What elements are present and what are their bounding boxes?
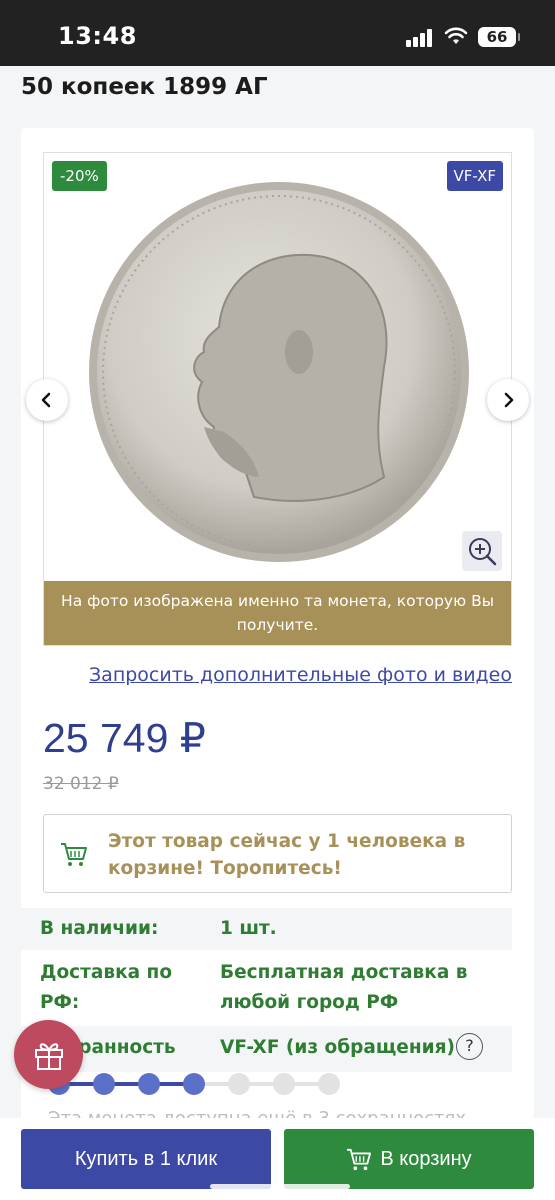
grade-scale-dot: [318, 1073, 340, 1095]
grade-scale-dot: [228, 1073, 250, 1095]
gallery-next-button[interactable]: [487, 379, 529, 421]
add-to-cart-label: В корзину: [380, 1147, 472, 1170]
price: 25 749 ₽: [43, 715, 206, 761]
buy-one-click-label: Купить в 1 клик: [74, 1147, 218, 1170]
grade-scale-dot: [273, 1073, 295, 1095]
product-gallery[interactable]: -20% VF-XF На фото изображена именно та …: [43, 152, 512, 646]
help-icon[interactable]: ?: [456, 1033, 483, 1060]
add-to-cart-button[interactable]: В корзину: [284, 1129, 534, 1189]
cart-icon: [347, 1148, 372, 1171]
status-time: 13:48: [58, 22, 137, 50]
page-title: 50 копеек 1899 АГ: [21, 74, 268, 100]
old-price: 32 012 ₽: [43, 774, 119, 794]
grade-scale-dot: [93, 1073, 115, 1095]
photo-caption: На фото изображена именно та монета, кот…: [44, 581, 511, 645]
gift-icon: [34, 1042, 63, 1070]
gallery-prev-button[interactable]: [26, 379, 68, 421]
property-value-stock: 1 шт.: [220, 918, 277, 939]
gift-button[interactable]: [14, 1020, 83, 1089]
home-indicator: [210, 1184, 350, 1189]
zoom-button[interactable]: [462, 531, 502, 571]
discount-badge: -20%: [52, 161, 107, 191]
signal-icon: [406, 29, 434, 47]
chevron-left-icon: [41, 392, 51, 408]
cart-icon: [61, 843, 87, 866]
status-bar: 13:48 66: [0, 0, 555, 66]
grade-scale: [48, 1072, 348, 1096]
property-label-stock: В наличии:: [40, 918, 159, 939]
wifi-icon: [444, 27, 468, 44]
property-value-delivery: Бесплатная доставка в любой город РФ: [220, 962, 468, 1013]
battery-icon: 66: [478, 27, 520, 47]
request-photo-link[interactable]: Запросить дополнительные фото и видео: [89, 664, 512, 686]
zoom-icon: [469, 538, 497, 566]
grade-scale-dot: [138, 1073, 160, 1095]
cart-notice-text: Этот товар сейчас у 1 человека в корзине…: [108, 831, 466, 879]
cart-notice: Этот товар сейчас у 1 человека в корзине…: [43, 814, 512, 893]
property-value-grade: VF-XF (из обращения): [220, 1037, 455, 1058]
grade-badge: VF-XF: [446, 161, 503, 191]
chevron-right-icon: [504, 392, 514, 408]
property-label-delivery: Доставка по РФ:: [40, 962, 173, 1013]
grade-scale-dot: [183, 1073, 205, 1095]
coin-image: [89, 182, 469, 562]
buy-one-click-button[interactable]: Купить в 1 клик: [21, 1129, 271, 1189]
